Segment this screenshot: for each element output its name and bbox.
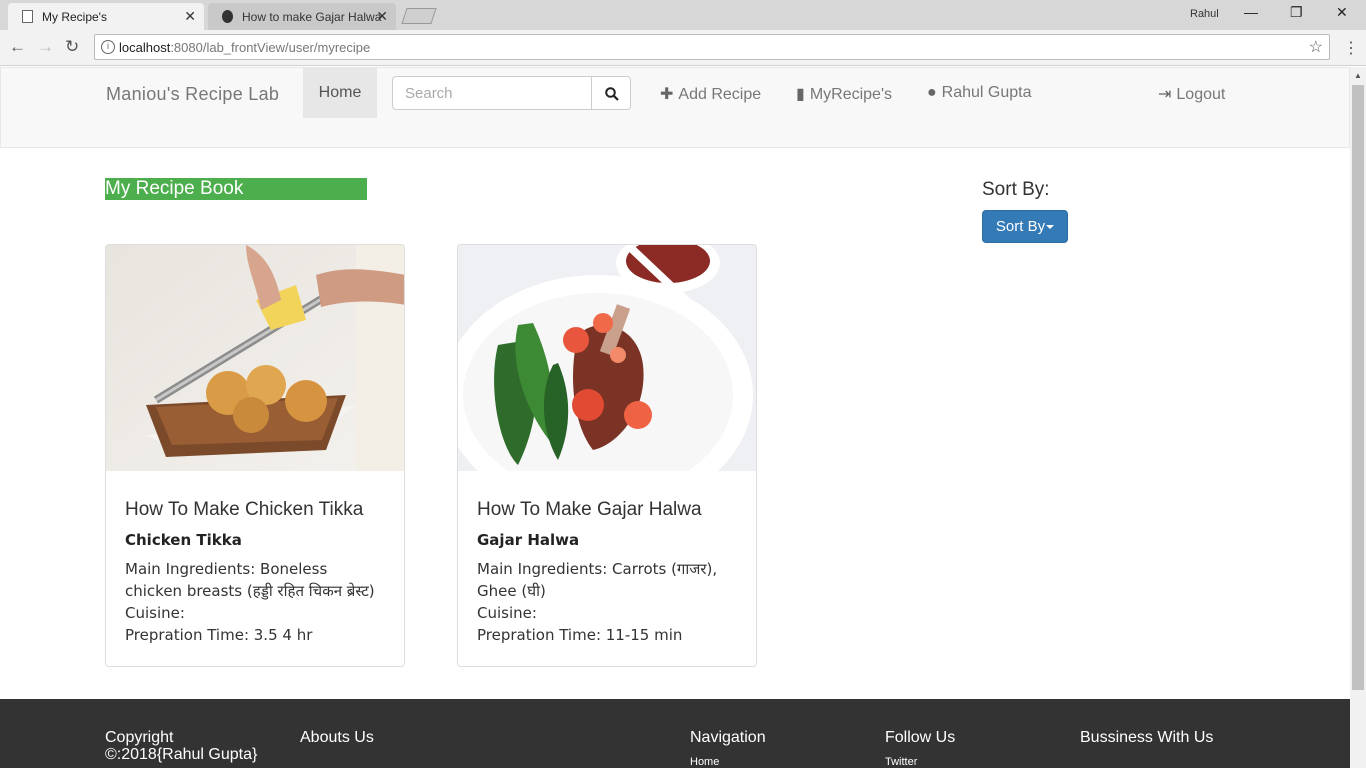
tab-gajar-halwa[interactable]: How to make Gajar Halwa ✕ [208,3,396,30]
url-text[interactable]: localhost:8080/lab_frontView/user/myreci… [119,40,370,55]
scrollbar-thumb[interactable] [1352,85,1364,690]
close-tab-icon[interactable]: ✕ [376,8,388,25]
back-icon[interactable]: ← [9,37,26,57]
recipe-image-chicken-tikka[interactable] [106,245,404,471]
nav-logout[interactable]: ⇥ Logout [1158,84,1225,104]
forward-icon[interactable]: → [37,37,54,57]
footer-business-heading: Bussiness With Us [1080,729,1214,746]
recipe-name: Chicken Tikka [125,531,242,549]
favicon-icon [222,10,233,23]
caret-down-icon [1046,225,1055,230]
profile-name[interactable]: Rahul [1190,8,1219,20]
footer-copyright: Copyright ©:2018{Rahul Gupta} [105,729,258,763]
site-navbar: Maniou's Recipe Lab Home ✚Add Recipe ▮My… [0,67,1350,148]
footer-navigation-heading: Navigation [690,729,766,746]
recipe-cuisine: Cuisine: [125,604,185,622]
info-icon[interactable]: i [101,40,115,54]
footer-link-twitter[interactable]: Twitter [885,756,917,768]
recipe-title[interactable]: How To Make Gajar Halwa [477,499,737,521]
site-brand[interactable]: Maniou's Recipe Lab [106,84,279,105]
sort-label: Sort By: [982,179,1050,200]
page-scrollbar[interactable]: ▲ [1350,67,1366,768]
address-bar[interactable]: i localhost:8080/lab_frontView/user/myre… [94,34,1330,60]
sort-dropdown-button[interactable]: Sort By [982,210,1068,243]
scroll-up-icon[interactable]: ▲ [1354,71,1362,80]
new-tab-button[interactable] [401,8,437,24]
menu-icon[interactable]: ⋮ [1343,38,1359,58]
restore-icon[interactable]: ❐ [1290,4,1303,21]
browser-toolbar: ← → ↻ i localhost:8080/lab_frontView/use… [0,30,1366,66]
footer-about-heading: Abouts Us [300,729,374,746]
recipe-card[interactable]: How To Make Gajar Halwa Gajar Halwa Main… [457,244,757,667]
recipe-cuisine: Cuisine: [477,604,537,622]
search-button[interactable] [591,76,631,110]
page-icon [22,10,33,23]
minimize-icon[interactable]: — [1244,4,1258,20]
plus-icon: ✚ [660,86,674,103]
close-tab-icon[interactable]: ✕ [184,8,196,25]
recipe-ingredients: Main Ingredients: Carrots (गाजर), Ghee (… [477,560,718,600]
footer-link-home[interactable]: Home [690,756,719,768]
nav-add-recipe[interactable]: ✚ Add Recipe [660,84,761,104]
browser-title-bar: My Recipe's ✕ How to make Gajar Halwa ✕ … [0,0,1366,30]
recipe-title[interactable]: How To Make Chicken Tikka [125,499,385,521]
recipe-card[interactable]: How To Make Chicken Tikka Chicken Tikka … [105,244,405,667]
nav-user[interactable]: ● Rahul Gupta [927,84,1032,102]
tab-title: My Recipe's [42,10,107,24]
logout-icon: ⇥ [1158,86,1172,103]
reload-icon[interactable]: ↻ [65,37,79,57]
bookmark-star-icon[interactable]: ☆ [1309,37,1323,57]
nav-home[interactable]: Home [303,68,377,118]
recipe-name: Gajar Halwa [477,531,580,549]
recipe-prep-time: Prepration Time: 11-15 min [477,626,683,644]
recipe-prep-time: Prepration Time: 3.5 4 hr [125,626,313,644]
tab-my-recipes[interactable]: My Recipe's ✕ [8,3,204,30]
user-icon: ● [927,84,937,101]
recipe-ingredients: Main Ingredients: Boneless chicken breas… [125,560,375,600]
tab-title: How to make Gajar Halwa [242,10,382,24]
page-title: My Recipe Book [105,178,367,200]
site-footer: Copyright ©:2018{Rahul Gupta} Abouts Us … [0,699,1350,768]
close-window-icon[interactable]: ✕ [1336,4,1348,21]
book-icon: ▮ [796,86,805,103]
search-input[interactable] [392,76,592,110]
recipe-image-gajar-halwa[interactable] [458,245,756,471]
footer-follow-heading: Follow Us [885,729,956,746]
search-icon [605,87,619,101]
nav-my-recipes[interactable]: ▮ MyRecipe's [796,84,892,104]
